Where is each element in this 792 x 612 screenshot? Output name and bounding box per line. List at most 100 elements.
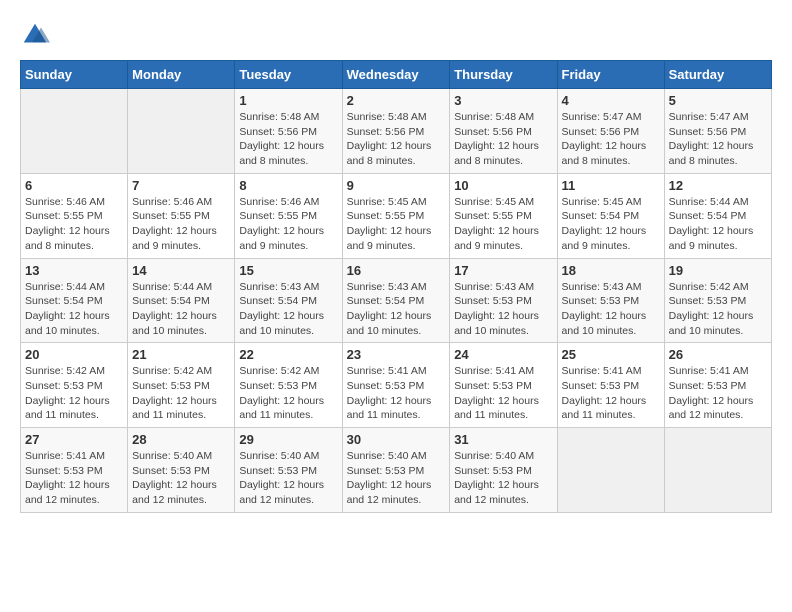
day-cell: 14Sunrise: 5:44 AM Sunset: 5:54 PM Dayli… [128,258,235,343]
day-number: 6 [25,178,123,193]
day-number: 13 [25,263,123,278]
day-cell: 10 Sunrise: 5:45 AM Sunset: 5:55 PM Dayli… [450,173,557,258]
day-info: Sunrise: 5:44 AM Sunset: 5:54 PM Dayligh… [669,195,767,254]
day-info: Sunrise: 5:48 AM Sunset: 5:56 PM Dayligh… [347,110,446,169]
day-cell: 19 Sunrise: 5:42 AM Sunset: 5:53 PM Dayli… [664,258,771,343]
day-number: 10 [454,178,552,193]
day-info: Sunrise: 5:40 AM Sunset: 5:53 PM Dayligh… [347,449,446,508]
day-info: Sunrise: 5:42 AM Sunset: 5:53 PM Dayligh… [669,280,767,339]
day-cell: 24 Sunrise: 5:41 AM Sunset: 5:53 PM Dayli… [450,343,557,428]
col-header-tuesday: Tuesday [235,61,342,89]
day-info: Sunrise: 5:40 AM Sunset: 5:53 PM Dayligh… [454,449,552,508]
day-cell: 30Sunrise: 5:40 AM Sunset: 5:53 PM Dayli… [342,428,450,513]
day-number: 22 [239,347,337,362]
day-number: 1 [239,93,337,108]
day-info: Sunrise: 5:43 AM Sunset: 5:53 PM Dayligh… [454,280,552,339]
day-cell: 6 Sunrise: 5:46 AM Sunset: 5:55 PM Daylig… [21,173,128,258]
day-info: Sunrise: 5:47 AM Sunset: 5:56 PM Dayligh… [669,110,767,169]
day-number: 2 [347,93,446,108]
day-info: Sunrise: 5:46 AM Sunset: 5:55 PM Dayligh… [25,195,123,254]
day-cell: 18 Sunrise: 5:43 AM Sunset: 5:53 PM Dayli… [557,258,664,343]
week-row-3: 13 Sunrise: 5:44 AM Sunset: 5:54 PM Dayli… [21,258,772,343]
day-number: 4 [562,93,660,108]
day-cell: 7 Sunrise: 5:46 AM Sunset: 5:55 PM Daylig… [128,173,235,258]
day-cell: 29 Sunrise: 5:40 AM Sunset: 5:53 PM Dayli… [235,428,342,513]
day-number: 29 [239,432,337,447]
day-cell: 8 Sunrise: 5:46 AM Sunset: 5:55 PM Daylig… [235,173,342,258]
day-info: Sunrise: 5:41 AM Sunset: 5:53 PM Dayligh… [347,364,446,423]
day-info: Sunrise: 5:42 AM Sunset: 5:53 PM Dayligh… [25,364,123,423]
day-info: Sunrise: 5:41 AM Sunset: 5:53 PM Dayligh… [669,364,767,423]
day-cell: 12 Sunrise: 5:44 AM Sunset: 5:54 PM Dayli… [664,173,771,258]
day-cell: 4 Sunrise: 5:47 AM Sunset: 5:56 PM Daylig… [557,89,664,174]
day-info: Sunrise: 5:43 AM Sunset: 5:53 PM Dayligh… [562,280,660,339]
day-cell: 17 Sunrise: 5:43 AM Sunset: 5:53 PM Dayli… [450,258,557,343]
day-number: 26 [669,347,767,362]
day-cell: 5Sunrise: 5:47 AM Sunset: 5:56 PM Daylig… [664,89,771,174]
day-cell: 31 Sunrise: 5:40 AM Sunset: 5:53 PM Dayli… [450,428,557,513]
day-cell: 16 Sunrise: 5:43 AM Sunset: 5:54 PM Dayli… [342,258,450,343]
col-header-thursday: Thursday [450,61,557,89]
day-cell: 23 Sunrise: 5:41 AM Sunset: 5:53 PM Dayli… [342,343,450,428]
day-info: Sunrise: 5:43 AM Sunset: 5:54 PM Dayligh… [347,280,446,339]
col-header-monday: Monday [128,61,235,89]
day-cell: 9Sunrise: 5:45 AM Sunset: 5:55 PM Daylig… [342,173,450,258]
day-info: Sunrise: 5:43 AM Sunset: 5:54 PM Dayligh… [239,280,337,339]
day-info: Sunrise: 5:41 AM Sunset: 5:53 PM Dayligh… [562,364,660,423]
day-info: Sunrise: 5:45 AM Sunset: 5:54 PM Dayligh… [562,195,660,254]
day-number: 7 [132,178,230,193]
day-cell: 28Sunrise: 5:40 AM Sunset: 5:53 PM Dayli… [128,428,235,513]
day-cell: 20 Sunrise: 5:42 AM Sunset: 5:53 PM Dayli… [21,343,128,428]
day-cell: 22 Sunrise: 5:42 AM Sunset: 5:53 PM Dayli… [235,343,342,428]
week-row-4: 20 Sunrise: 5:42 AM Sunset: 5:53 PM Dayli… [21,343,772,428]
header-row: SundayMondayTuesdayWednesdayThursdayFrid… [21,61,772,89]
day-cell: 11 Sunrise: 5:45 AM Sunset: 5:54 PM Dayli… [557,173,664,258]
day-cell: 3Sunrise: 5:48 AM Sunset: 5:56 PM Daylig… [450,89,557,174]
day-info: Sunrise: 5:41 AM Sunset: 5:53 PM Dayligh… [25,449,123,508]
day-info: Sunrise: 5:42 AM Sunset: 5:53 PM Dayligh… [239,364,337,423]
calendar-table: SundayMondayTuesdayWednesdayThursdayFrid… [20,60,772,513]
col-header-sunday: Sunday [21,61,128,89]
day-info: Sunrise: 5:45 AM Sunset: 5:55 PM Dayligh… [454,195,552,254]
day-number: 19 [669,263,767,278]
week-row-2: 6 Sunrise: 5:46 AM Sunset: 5:55 PM Daylig… [21,173,772,258]
day-cell: 21 Sunrise: 5:42 AM Sunset: 5:53 PM Dayli… [128,343,235,428]
day-number: 18 [562,263,660,278]
day-cell: 26 Sunrise: 5:41 AM Sunset: 5:53 PM Dayli… [664,343,771,428]
day-number: 21 [132,347,230,362]
logo [20,20,54,50]
day-cell: 27 Sunrise: 5:41 AM Sunset: 5:53 PM Dayli… [21,428,128,513]
day-number: 25 [562,347,660,362]
day-info: Sunrise: 5:44 AM Sunset: 5:54 PM Dayligh… [25,280,123,339]
day-info: Sunrise: 5:44 AM Sunset: 5:54 PM Dayligh… [132,280,230,339]
day-info: Sunrise: 5:48 AM Sunset: 5:56 PM Dayligh… [454,110,552,169]
day-number: 23 [347,347,446,362]
day-number: 16 [347,263,446,278]
day-info: Sunrise: 5:46 AM Sunset: 5:55 PM Dayligh… [132,195,230,254]
day-number: 11 [562,178,660,193]
week-row-1: 1 Sunrise: 5:48 AM Sunset: 5:56 PM Daylig… [21,89,772,174]
day-number: 9 [347,178,446,193]
day-number: 24 [454,347,552,362]
day-info: Sunrise: 5:41 AM Sunset: 5:53 PM Dayligh… [454,364,552,423]
day-cell [664,428,771,513]
col-header-friday: Friday [557,61,664,89]
day-number: 20 [25,347,123,362]
day-number: 31 [454,432,552,447]
day-info: Sunrise: 5:42 AM Sunset: 5:53 PM Dayligh… [132,364,230,423]
day-info: Sunrise: 5:48 AM Sunset: 5:56 PM Dayligh… [239,110,337,169]
day-cell: 2 Sunrise: 5:48 AM Sunset: 5:56 PM Daylig… [342,89,450,174]
day-info: Sunrise: 5:40 AM Sunset: 5:53 PM Dayligh… [239,449,337,508]
day-number: 15 [239,263,337,278]
day-number: 8 [239,178,337,193]
day-cell: 1 Sunrise: 5:48 AM Sunset: 5:56 PM Daylig… [235,89,342,174]
day-cell: 13 Sunrise: 5:44 AM Sunset: 5:54 PM Dayli… [21,258,128,343]
day-number: 17 [454,263,552,278]
day-info: Sunrise: 5:47 AM Sunset: 5:56 PM Dayligh… [562,110,660,169]
day-number: 27 [25,432,123,447]
page-header [20,20,772,50]
week-row-5: 27 Sunrise: 5:41 AM Sunset: 5:53 PM Dayli… [21,428,772,513]
col-header-wednesday: Wednesday [342,61,450,89]
day-number: 12 [669,178,767,193]
day-info: Sunrise: 5:46 AM Sunset: 5:55 PM Dayligh… [239,195,337,254]
